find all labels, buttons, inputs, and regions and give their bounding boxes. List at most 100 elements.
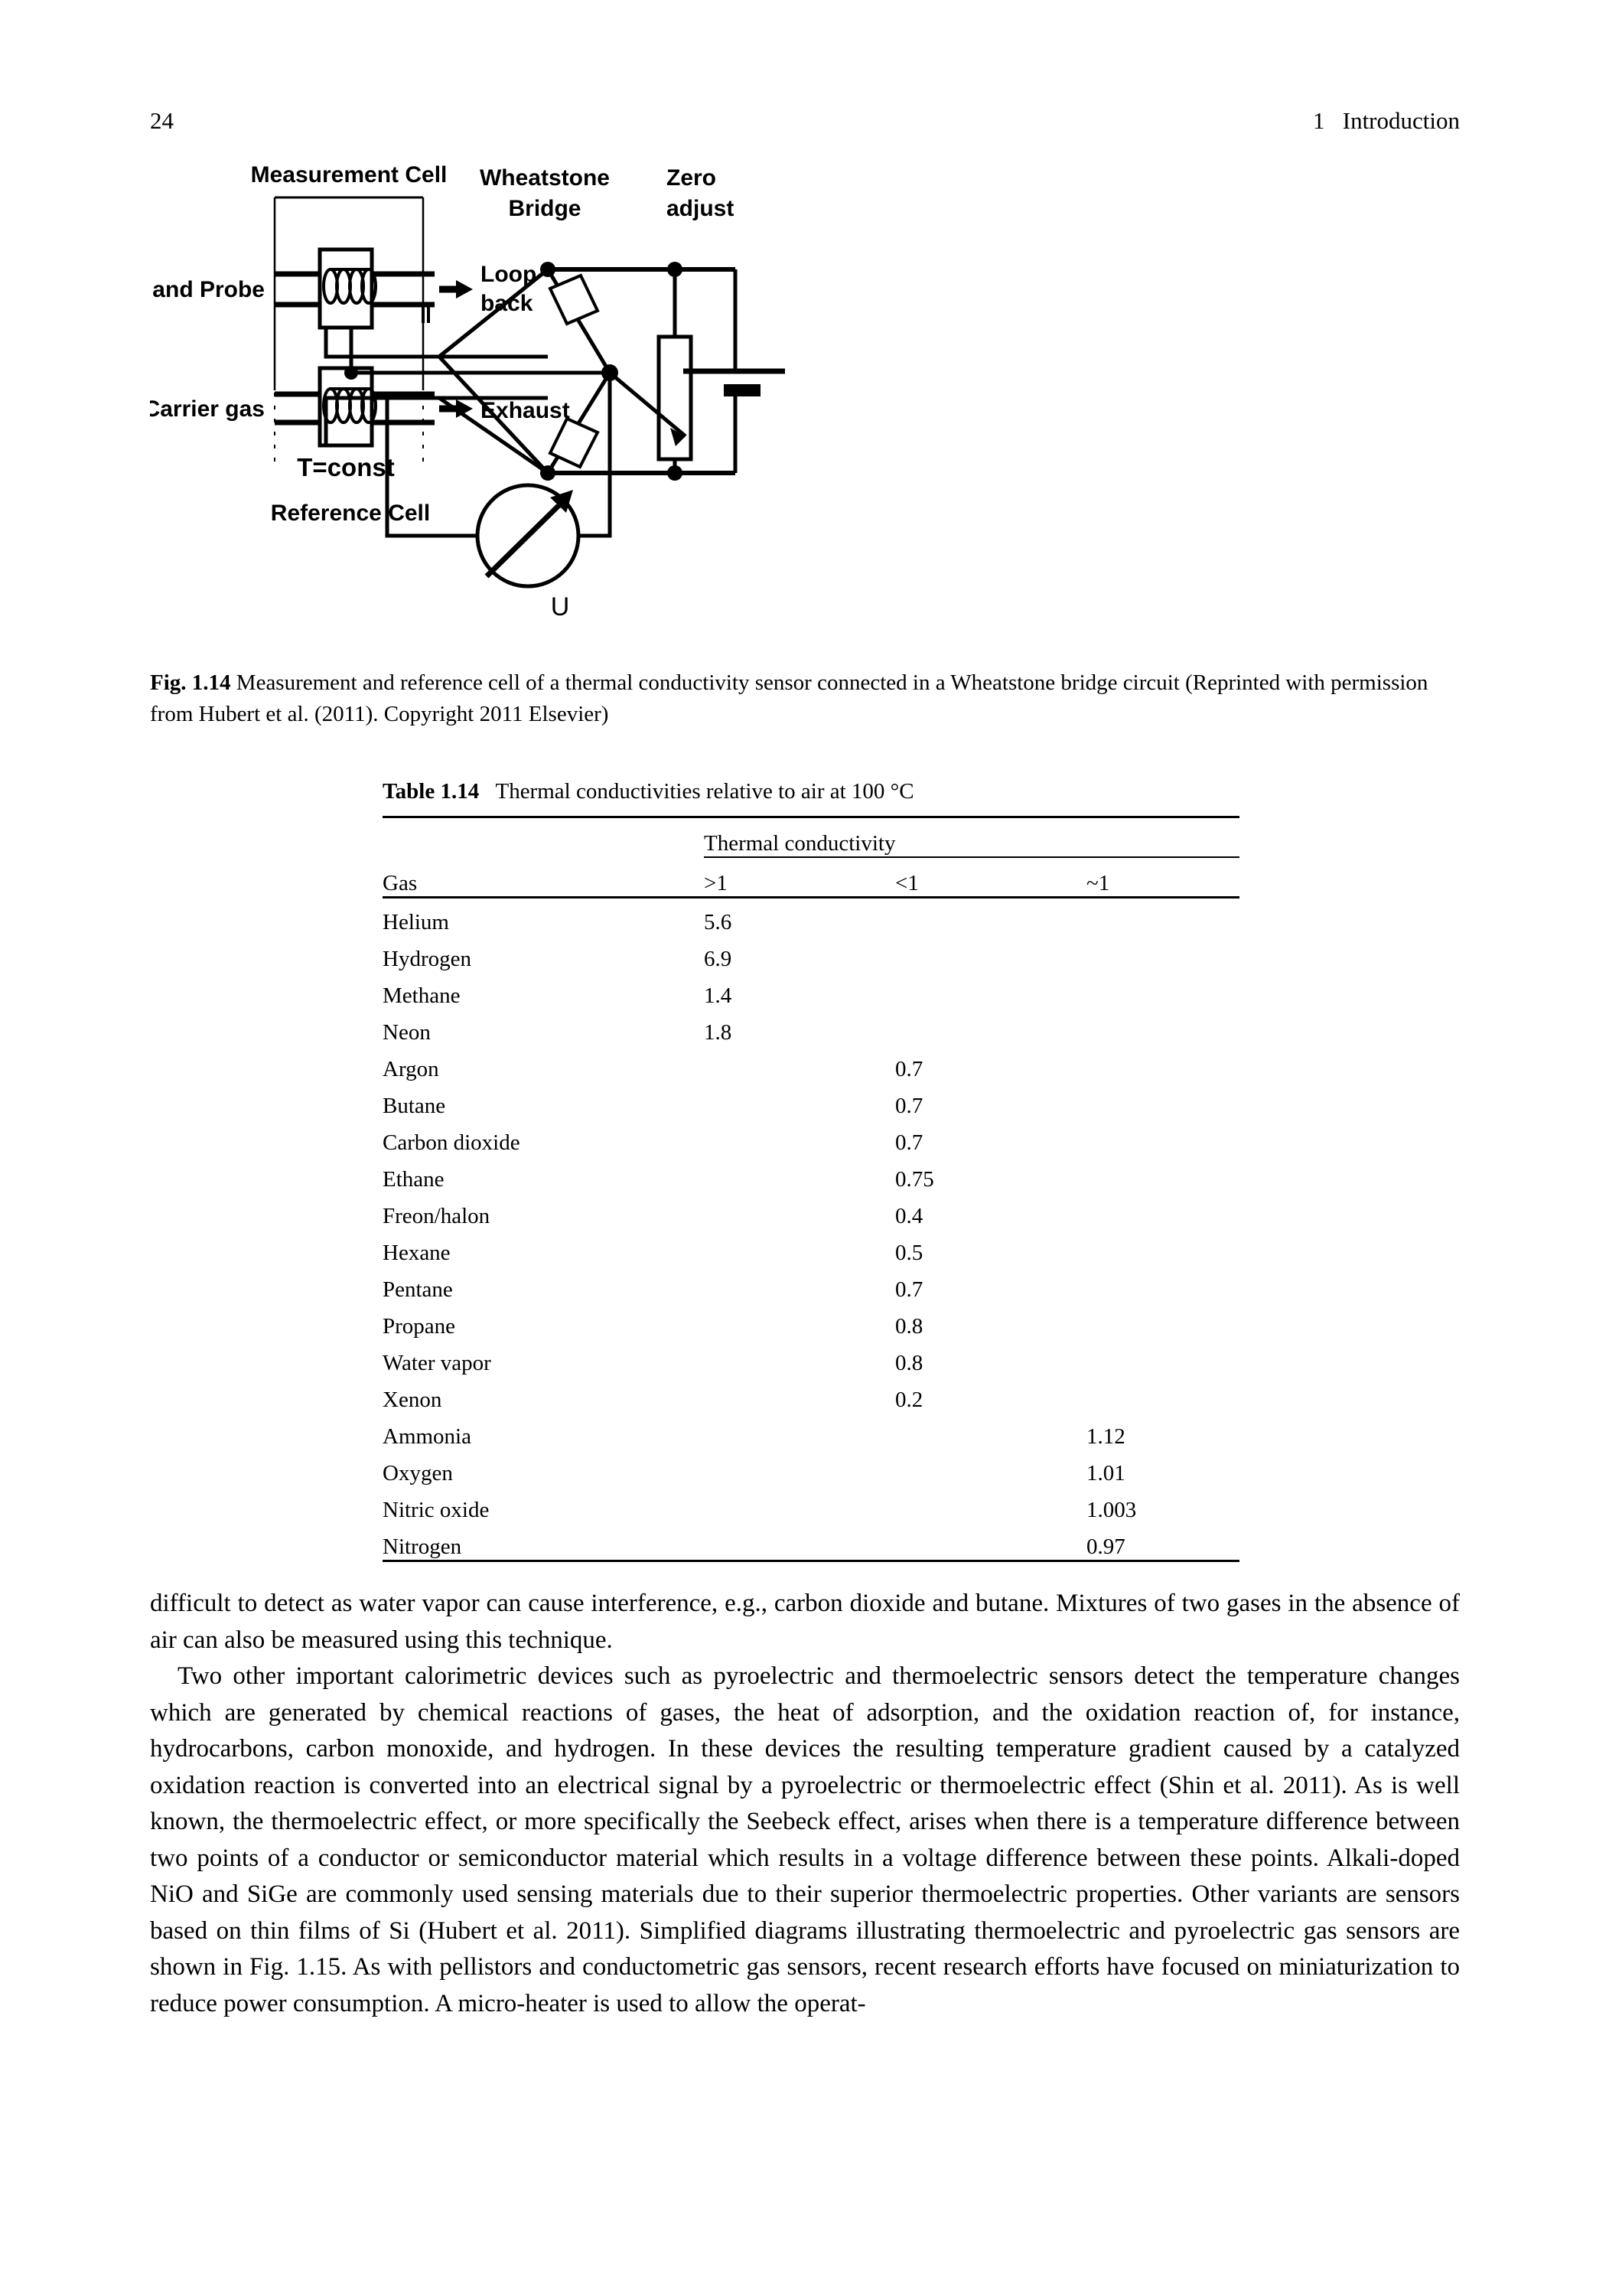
- row-value-ap1: [1086, 1266, 1239, 1303]
- row-value-gt1: [704, 1486, 895, 1523]
- row-gas-name: Helium: [383, 910, 449, 934]
- zero-adjust-node-bottom: [667, 465, 682, 481]
- row-value-gt1: [704, 1450, 895, 1486]
- table-row: Carbon dioxide 0.7: [383, 1119, 1239, 1156]
- voltmeter-icon: [475, 483, 581, 589]
- bridge-node-top: [540, 262, 555, 277]
- running-head: 24 1 Introduction: [150, 106, 1460, 136]
- row-value-lt1: [895, 1486, 1086, 1523]
- row-value-ap1: [1086, 935, 1239, 972]
- row-value-lt1: 0.75: [895, 1167, 934, 1192]
- table-group-header-row: Thermal conductivity: [383, 817, 1239, 858]
- page-number: 24: [150, 107, 174, 134]
- row-gas-name: Propane: [383, 1314, 456, 1339]
- row-value-gt1: [704, 1339, 895, 1376]
- row-gas-name: Oxygen: [383, 1461, 453, 1486]
- row-value-lt1: [895, 972, 1086, 1009]
- thermal-conductivity-table: Thermal conductivity Gas >1 <1 ~1 Helium…: [383, 816, 1239, 1562]
- table-row: Nitrogen 0.97: [383, 1523, 1239, 1561]
- table-row: Argon 0.7: [383, 1045, 1239, 1082]
- row-value-ap1: [1086, 1339, 1239, 1376]
- table-row: Oxygen 1.01: [383, 1450, 1239, 1486]
- table-row: Water vapor 0.8: [383, 1339, 1239, 1376]
- thermal-conductivity-sensor-schematic: Measurement Cell Carrier gas and Probe C…: [150, 162, 785, 621]
- table-row: Propane 0.8: [383, 1303, 1239, 1339]
- body-text: difficult to detect as water vapor can c…: [150, 1586, 1460, 2022]
- label-reference-cell: Reference Cell: [271, 501, 430, 526]
- row-value-gt1: [704, 1082, 895, 1119]
- loop-back-arrow-icon: [439, 280, 473, 298]
- row-value-gt1: [704, 1266, 895, 1303]
- row-gas-name: Methane: [383, 983, 461, 1008]
- figure-caption-text: Measurement and reference cell of a ther…: [150, 670, 1428, 726]
- row-value-lt1: [895, 1450, 1086, 1486]
- row-gas-name: Butane: [383, 1094, 446, 1118]
- figure-1-14: Measurement Cell Carrier gas and Probe C…: [150, 161, 1460, 635]
- row-value-ap1: [1086, 1009, 1239, 1045]
- row-value-lt1: 0.4: [895, 1204, 923, 1228]
- row-value-lt1: 0.8: [895, 1314, 923, 1339]
- row-gas-name: Hexane: [383, 1241, 451, 1265]
- row-value-ap1: [1086, 1303, 1239, 1339]
- row-value-gt1: 1.8: [704, 1020, 732, 1045]
- row-value-lt1: 0.7: [895, 1130, 923, 1155]
- row-gas-name: Ethane: [383, 1167, 445, 1192]
- table-group-header-spacer: [383, 817, 704, 858]
- table-label: Table 1.14: [383, 779, 480, 804]
- table-row: Xenon 0.2: [383, 1376, 1239, 1413]
- row-gas-name: Neon: [383, 1020, 431, 1045]
- row-value-lt1: 0.7: [895, 1277, 923, 1302]
- row-value-gt1: [704, 1229, 895, 1266]
- row-value-lt1: [895, 898, 1086, 936]
- table-row: Nitric oxide 1.003: [383, 1486, 1239, 1523]
- row-value-ap1: [1086, 1045, 1239, 1082]
- row-value-lt1: 0.5: [895, 1241, 923, 1265]
- label-zero-adjust-line2: adjust: [666, 196, 734, 221]
- row-value-gt1: [704, 1045, 895, 1082]
- table-row: Butane 0.7: [383, 1082, 1239, 1119]
- column-header-gas: Gas: [383, 871, 418, 895]
- label-loop-back-line2: back: [480, 291, 533, 316]
- row-gas-name: Nitric oxide: [383, 1498, 490, 1522]
- row-value-ap1: [1086, 898, 1239, 936]
- row-gas-name: Xenon: [383, 1388, 442, 1412]
- zero-adjust-node-top: [667, 262, 682, 277]
- row-value-gt1: [704, 1413, 895, 1450]
- row-value-lt1: 0.7: [895, 1057, 923, 1081]
- row-value-gt1: 5.6: [704, 910, 732, 934]
- measurement-cell-valve-tick: [422, 306, 430, 323]
- row-value-gt1: [704, 1192, 895, 1229]
- row-value-lt1: 0.7: [895, 1094, 923, 1118]
- row-value-lt1: [895, 1009, 1086, 1045]
- body-paragraph-2: Two other important calorimetric devices…: [150, 1662, 1460, 2017]
- table-row: Neon 1.8: [383, 1009, 1239, 1045]
- row-value-ap1: [1086, 972, 1239, 1009]
- reference-cell-coil-icon: [322, 387, 377, 424]
- battery-icon: [683, 368, 785, 396]
- row-gas-name: Hydrogen: [383, 947, 471, 971]
- table-row: Pentane 0.7: [383, 1266, 1239, 1303]
- table-row: Ethane 0.75: [383, 1156, 1239, 1192]
- table-1-14: Table 1.14 Thermal conductivities relati…: [383, 776, 1239, 1562]
- table-title-text: Thermal conductivities relative to air a…: [479, 779, 914, 804]
- row-value-gt1: 6.9: [704, 947, 732, 971]
- label-loop-back-line1: Loop: [480, 262, 536, 287]
- row-gas-name: Nitrogen: [383, 1534, 462, 1559]
- label-measurement-cell: Measurement Cell: [251, 162, 448, 188]
- measurement-cell-coil-icon: [322, 268, 377, 305]
- label-carrier-gas-and-probe: Carrier gas and Probe: [150, 277, 265, 302]
- row-value-lt1: 0.2: [895, 1388, 923, 1412]
- row-value-ap1: [1086, 1082, 1239, 1119]
- label-zero-adjust-line1: Zero: [666, 165, 716, 191]
- column-header-ap1: ~1: [1086, 871, 1110, 895]
- chapter-title: 1 Introduction: [1313, 107, 1460, 134]
- row-value-ap1: 1.12: [1086, 1424, 1125, 1449]
- label-wheatstone-line1: Wheatstone: [480, 165, 610, 191]
- figure-caption-label: Fig. 1.14: [150, 670, 231, 695]
- table-row: Ammonia 1.12: [383, 1413, 1239, 1450]
- row-value-ap1: [1086, 1229, 1239, 1266]
- row-value-ap1: [1086, 1119, 1239, 1156]
- row-value-ap1: [1086, 1156, 1239, 1192]
- document-page: 24 1 Introduction Measurement Cell and P…: [0, 0, 1609, 2296]
- row-value-ap1: 1.003: [1086, 1498, 1137, 1522]
